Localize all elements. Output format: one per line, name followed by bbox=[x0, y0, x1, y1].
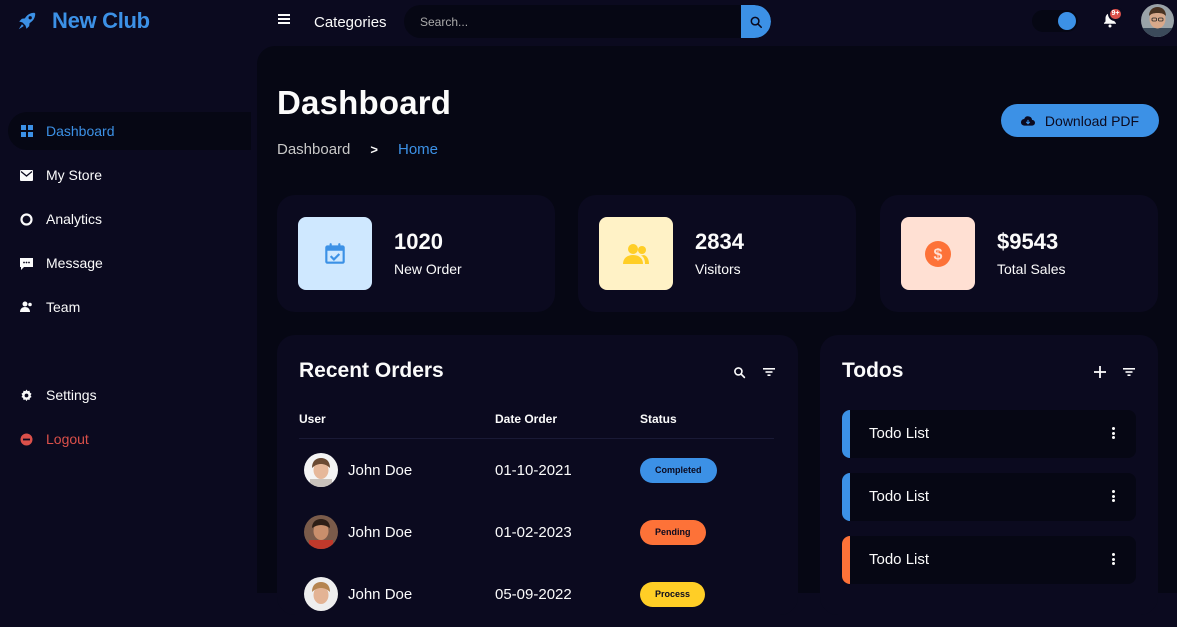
sidebar-item-my-store[interactable]: My Store bbox=[8, 156, 251, 194]
rocket-icon bbox=[18, 12, 36, 30]
stat-card-new-order: 1020 New Order bbox=[277, 195, 555, 312]
sidebar-item-logout[interactable]: Logout bbox=[8, 420, 251, 458]
order-user-name: John Doe bbox=[348, 462, 413, 479]
brand[interactable]: New Club bbox=[16, 8, 150, 34]
user-avatar-image bbox=[1141, 4, 1174, 37]
team-icon bbox=[20, 301, 33, 314]
message-icon bbox=[20, 257, 33, 270]
sidebar-item-analytics[interactable]: Analytics bbox=[8, 200, 251, 238]
user-avatar bbox=[304, 453, 338, 487]
todo-status-bar bbox=[842, 410, 850, 458]
more-vertical-icon[interactable] bbox=[1112, 427, 1116, 441]
calendar-check-icon bbox=[298, 217, 372, 290]
column-header-status: Status bbox=[640, 412, 677, 426]
order-date: 01-02-2023 bbox=[495, 524, 572, 541]
stat-value: 1020 bbox=[394, 229, 443, 254]
column-header-date: Date Order bbox=[495, 412, 558, 426]
switch-knob bbox=[1058, 12, 1076, 30]
sidebar-item-settings[interactable]: Settings bbox=[8, 376, 251, 414]
breadcrumb-dashboard-link[interactable]: Dashboard bbox=[277, 141, 350, 158]
plus-icon[interactable] bbox=[1093, 365, 1107, 379]
filter-icon[interactable] bbox=[762, 365, 776, 379]
sidebar-item-label: My Store bbox=[46, 167, 103, 183]
stat-value: 2834 bbox=[695, 229, 744, 254]
todo-status-bar bbox=[842, 536, 850, 584]
stat-card-total-sales: $ $9543 Total Sales bbox=[880, 195, 1158, 312]
sidebar-item-label: Team bbox=[46, 299, 81, 315]
table-row[interactable]: John Doe 01-10-2021 Completed bbox=[299, 453, 774, 503]
store-icon bbox=[20, 169, 33, 182]
order-user-name: John Doe bbox=[348, 524, 413, 541]
todo-text: Todo List bbox=[869, 551, 930, 568]
stat-label: Visitors bbox=[695, 261, 741, 277]
search-input[interactable] bbox=[404, 5, 741, 38]
breadcrumb: Dashboard > Home bbox=[277, 141, 438, 158]
recent-orders-card: Recent Orders User Date Order Status Joh… bbox=[277, 335, 798, 615]
todo-item[interactable]: Todo List bbox=[842, 536, 1136, 584]
dashboard-icon bbox=[20, 125, 33, 138]
more-vertical-icon[interactable] bbox=[1112, 490, 1116, 504]
more-vertical-icon[interactable] bbox=[1112, 553, 1116, 567]
recent-orders-title: Recent Orders bbox=[299, 359, 444, 382]
order-date: 01-10-2021 bbox=[495, 462, 572, 479]
dark-mode-switch[interactable] bbox=[1032, 10, 1078, 32]
stat-label: New Order bbox=[394, 261, 462, 277]
page-title: Dashboard bbox=[277, 84, 452, 121]
order-date: 05-09-2022 bbox=[495, 586, 572, 603]
chevron-right-icon: > bbox=[370, 142, 378, 157]
svg-text:$: $ bbox=[934, 246, 943, 263]
download-pdf-button[interactable]: Download PDF bbox=[1001, 104, 1159, 137]
order-user-name: John Doe bbox=[348, 586, 413, 603]
sidebar-item-label: Dashboard bbox=[46, 123, 115, 139]
group-icon bbox=[599, 217, 673, 290]
user-avatar bbox=[304, 515, 338, 549]
stat-label: Total Sales bbox=[997, 261, 1066, 277]
sidebar-item-message[interactable]: Message bbox=[8, 244, 251, 282]
sidebar-item-label: Message bbox=[46, 255, 103, 271]
user-avatar bbox=[304, 577, 338, 611]
search-form bbox=[404, 5, 771, 38]
categories-link[interactable]: Categories bbox=[314, 14, 387, 31]
todo-item[interactable]: Todo List bbox=[842, 410, 1136, 458]
sidebar-item-label: Analytics bbox=[46, 211, 103, 227]
brand-name: New Club bbox=[52, 8, 150, 33]
status-badge: Completed bbox=[640, 458, 717, 483]
todo-text: Todo List bbox=[869, 488, 930, 505]
download-pdf-label: Download PDF bbox=[1044, 112, 1140, 129]
table-row[interactable]: John Doe 01-02-2023 Pending bbox=[299, 515, 774, 565]
sidebar-item-dashboard[interactable]: Dashboard bbox=[8, 112, 251, 150]
menu-icon[interactable] bbox=[278, 14, 290, 26]
logout-icon bbox=[20, 433, 33, 446]
profile-avatar[interactable] bbox=[1141, 4, 1174, 37]
stat-value: $9543 bbox=[997, 229, 1059, 254]
stat-card-visitors: 2834 Visitors bbox=[578, 195, 856, 312]
breadcrumb-home-link[interactable]: Home bbox=[398, 141, 438, 158]
search-icon bbox=[750, 16, 763, 28]
sidebar-item-label: Settings bbox=[46, 387, 97, 403]
sidebar-item-team[interactable]: Team bbox=[8, 288, 251, 326]
table-divider bbox=[299, 438, 774, 439]
cloud-download-icon bbox=[1020, 115, 1035, 126]
dollar-icon: $ bbox=[901, 217, 975, 290]
status-badge: Process bbox=[640, 582, 706, 607]
gear-icon bbox=[20, 389, 33, 402]
search-icon[interactable] bbox=[732, 365, 746, 379]
todo-text: Todo List bbox=[869, 425, 930, 442]
todo-item[interactable]: Todo List bbox=[842, 473, 1136, 521]
column-header-user: User bbox=[299, 412, 326, 426]
todo-status-bar bbox=[842, 473, 850, 521]
todos-card: Todos Todo List Todo List Todo List bbox=[820, 335, 1158, 615]
notification-badge: 9+ bbox=[1108, 7, 1123, 21]
search-button[interactable] bbox=[741, 5, 771, 38]
sidebar: Dashboard My Store Analytics Message Tea… bbox=[0, 46, 257, 593]
table-row[interactable]: John Doe 05-09-2022 Process bbox=[299, 577, 774, 627]
analytics-icon bbox=[20, 212, 33, 226]
main-content: Dashboard Dashboard > Home Download PDF … bbox=[257, 46, 1177, 615]
top-navbar: New Club Categories 9+ bbox=[0, 0, 1177, 46]
todos-title: Todos bbox=[842, 359, 904, 382]
sidebar-item-label: Logout bbox=[46, 431, 89, 447]
filter-icon[interactable] bbox=[1122, 365, 1136, 379]
status-badge: Pending bbox=[640, 520, 706, 545]
